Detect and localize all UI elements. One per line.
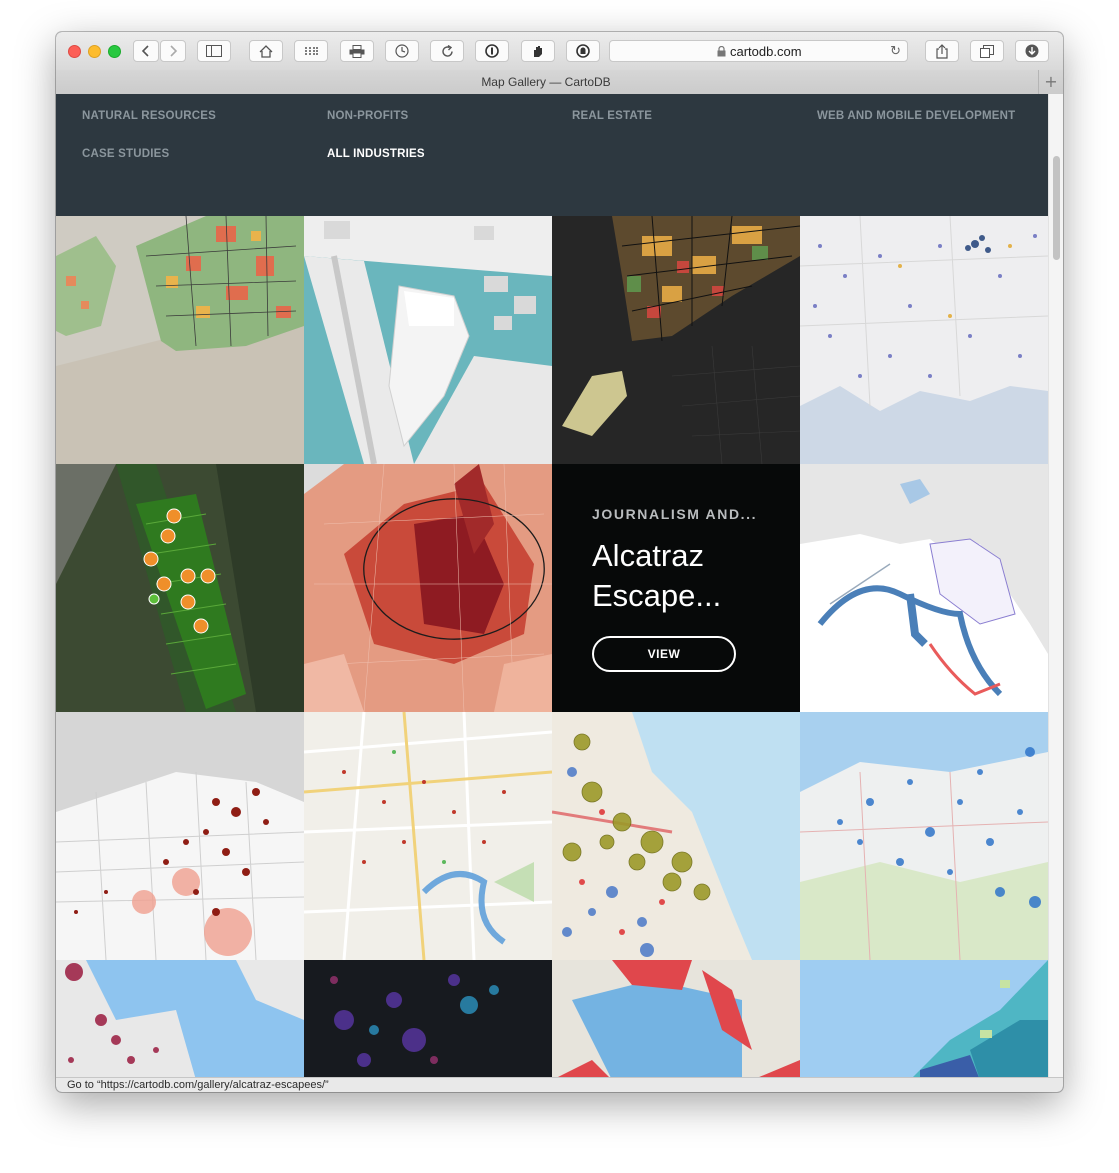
extension-button[interactable] bbox=[521, 40, 555, 62]
reload-icon bbox=[441, 44, 453, 57]
tab-bar: Map Gallery — CartoDB + bbox=[56, 70, 1063, 95]
tile-title: Alcatraz Escape... bbox=[592, 536, 792, 616]
forward-button[interactable] bbox=[160, 40, 186, 62]
map-thumbnail bbox=[800, 464, 1048, 712]
minimize-window-button[interactable] bbox=[88, 45, 101, 58]
top-sites-button[interactable] bbox=[294, 40, 328, 62]
downloads-button[interactable] bbox=[1015, 40, 1049, 62]
gallery-tile-8[interactable] bbox=[800, 464, 1048, 712]
map-thumbnail bbox=[304, 712, 552, 960]
nav-item-all-industries[interactable]: ALL INDUSTRIES bbox=[327, 148, 425, 160]
password-manager-icon bbox=[485, 44, 499, 58]
gallery-tile-1[interactable] bbox=[56, 216, 304, 464]
home-button[interactable] bbox=[249, 40, 283, 62]
history-button[interactable] bbox=[385, 40, 419, 62]
map-thumbnail bbox=[304, 960, 552, 1077]
map-thumbnail bbox=[552, 216, 800, 464]
map-thumbnail bbox=[800, 216, 1048, 464]
map-thumbnail bbox=[800, 712, 1048, 960]
nav-item-non-profits[interactable]: NON-PROFITS bbox=[327, 110, 408, 122]
chevron-left-icon bbox=[141, 45, 149, 57]
browser-window: cartodb.com ↻ Map Gallery — CartoDB + NA… bbox=[56, 32, 1063, 1092]
grid-icon bbox=[305, 47, 318, 55]
gallery-tile-10[interactable] bbox=[304, 712, 552, 960]
gallery-tile-16[interactable] bbox=[800, 960, 1048, 1077]
gallery-tile-4[interactable] bbox=[800, 216, 1048, 464]
reload-toolbar-button[interactable] bbox=[430, 40, 464, 62]
clock-icon bbox=[395, 44, 409, 58]
address-bar[interactable]: cartodb.com ↻ bbox=[609, 40, 908, 62]
tabs-overview-button[interactable] bbox=[970, 40, 1004, 62]
url-text: cartodb.com bbox=[730, 44, 802, 59]
industry-nav: NATURAL RESOURCES NON-PROFITS REAL ESTAT… bbox=[56, 94, 1048, 216]
gallery-tile-7-hovered[interactable]: JOURNALISM AND... Alcatraz Escape... VIE… bbox=[552, 464, 800, 712]
view-button[interactable]: VIEW bbox=[592, 636, 736, 672]
gallery-tile-12[interactable] bbox=[800, 712, 1048, 960]
gallery-tile-5[interactable] bbox=[56, 464, 304, 712]
map-thumbnail bbox=[304, 216, 552, 464]
map-thumbnail bbox=[552, 712, 800, 960]
ghostery-button[interactable] bbox=[566, 40, 600, 62]
tile-hover-overlay: JOURNALISM AND... Alcatraz Escape... VIE… bbox=[552, 464, 800, 712]
ghost-icon bbox=[576, 44, 590, 58]
map-thumbnail bbox=[56, 712, 304, 960]
printer-icon bbox=[349, 44, 365, 58]
password-extension-button[interactable] bbox=[475, 40, 509, 62]
map-thumbnail bbox=[800, 960, 1048, 1077]
page-viewport: NATURAL RESOURCES NON-PROFITS REAL ESTAT… bbox=[56, 94, 1048, 1077]
print-button[interactable] bbox=[340, 40, 374, 62]
nav-item-case-studies[interactable]: CASE STUDIES bbox=[82, 148, 169, 160]
close-window-button[interactable] bbox=[68, 45, 81, 58]
scrollbar-thumb[interactable] bbox=[1053, 156, 1060, 260]
sidebar-button[interactable] bbox=[197, 40, 231, 62]
share-icon bbox=[936, 43, 948, 59]
gallery-tile-3[interactable] bbox=[552, 216, 800, 464]
download-icon bbox=[1025, 44, 1039, 58]
sidebar-icon bbox=[206, 45, 222, 57]
back-button[interactable] bbox=[133, 40, 159, 62]
tile-title-line-2: Escape... bbox=[592, 578, 722, 613]
nav-item-real-estate[interactable]: REAL ESTATE bbox=[572, 110, 652, 122]
gallery-tile-13[interactable] bbox=[56, 960, 304, 1077]
nav-item-web-mobile[interactable]: WEB AND MOBILE DEVELOPMENT bbox=[817, 110, 1015, 122]
browser-toolbar: cartodb.com ↻ bbox=[56, 32, 1063, 71]
status-bar: Go to “https://cartodb.com/gallery/alcat… bbox=[56, 1077, 1063, 1092]
tile-title-line-1: Alcatraz bbox=[592, 538, 704, 573]
gallery-tile-14[interactable] bbox=[304, 960, 552, 1077]
new-tab-button[interactable]: + bbox=[1038, 70, 1063, 94]
gallery-tile-15[interactable] bbox=[552, 960, 800, 1077]
gallery-tile-6[interactable] bbox=[304, 464, 552, 712]
gallery-tile-9[interactable] bbox=[56, 712, 304, 960]
nav-item-natural-resources[interactable]: NATURAL RESOURCES bbox=[82, 110, 216, 122]
map-thumbnail bbox=[56, 960, 304, 1077]
reload-icon[interactable]: ↻ bbox=[890, 44, 901, 59]
tile-category: JOURNALISM AND... bbox=[592, 506, 758, 522]
status-text: Go to “https://cartodb.com/gallery/alcat… bbox=[67, 1079, 329, 1091]
chevron-right-icon bbox=[170, 45, 178, 57]
map-thumbnail bbox=[56, 216, 304, 464]
map-thumbnail bbox=[56, 464, 304, 712]
home-icon bbox=[259, 44, 273, 58]
hand-icon bbox=[534, 46, 542, 57]
tabs-icon bbox=[980, 44, 994, 58]
map-thumbnail bbox=[552, 960, 800, 1077]
tab-title[interactable]: Map Gallery — CartoDB bbox=[56, 75, 1036, 89]
vertical-scrollbar[interactable] bbox=[1048, 94, 1063, 1077]
zoom-window-button[interactable] bbox=[108, 45, 121, 58]
gallery-tile-11[interactable] bbox=[552, 712, 800, 960]
gallery-tile-2[interactable] bbox=[304, 216, 552, 464]
map-thumbnail bbox=[304, 464, 552, 712]
lock-icon bbox=[717, 46, 726, 57]
share-button[interactable] bbox=[925, 40, 959, 62]
